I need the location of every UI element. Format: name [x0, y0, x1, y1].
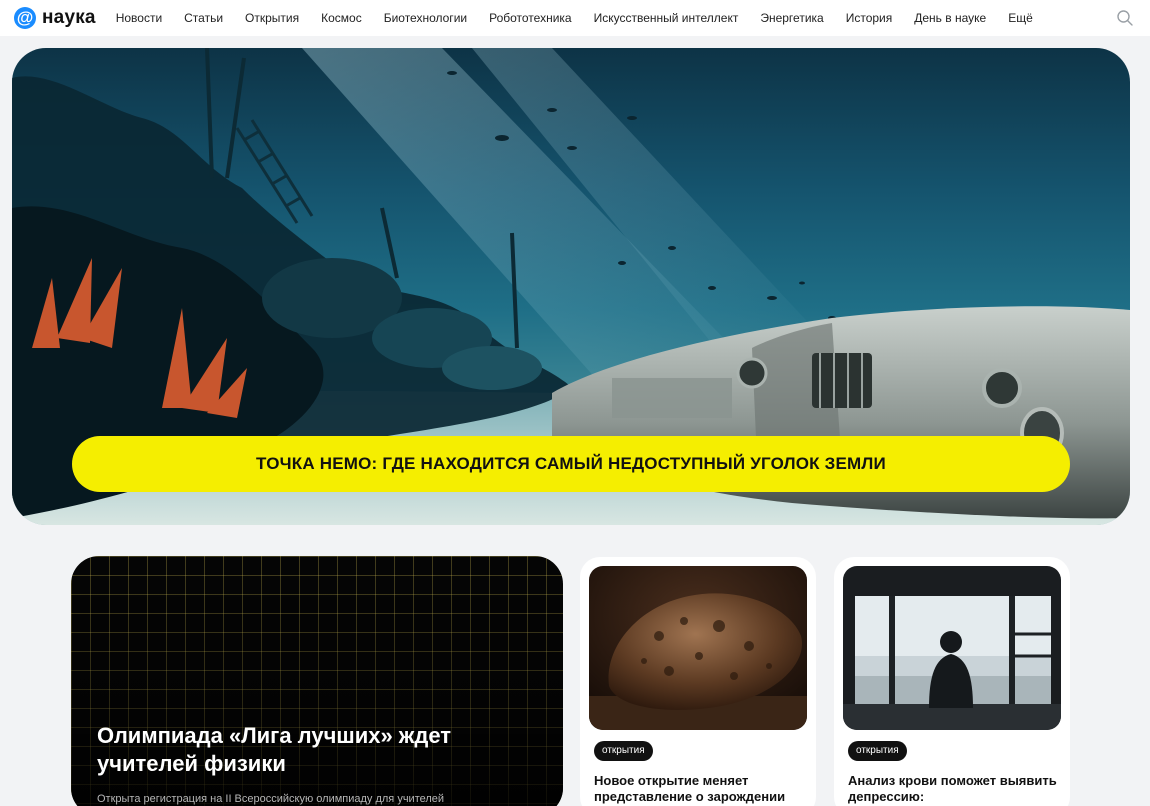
site-logo[interactable]: @ наука [14, 7, 96, 29]
card-title: Анализ крови поможет выявить депрессию: [848, 773, 1057, 804]
card-title: Новое открытие меняет представление о за… [594, 773, 786, 804]
nav-item-discoveries[interactable]: Открытия [245, 11, 299, 25]
nav-item-day-in-science[interactable]: День в науке [914, 11, 986, 25]
nav-item-energy[interactable]: Энергетика [760, 11, 823, 25]
nav-item-biotech[interactable]: Биотехнологии [384, 11, 467, 25]
nav-item-news[interactable]: Новости [116, 11, 162, 25]
card-tag[interactable]: открытия [594, 741, 653, 761]
logo-text: наука [42, 7, 96, 28]
nav-item-ai[interactable]: Искусственный интеллект [594, 11, 739, 25]
at-sign-logo-icon: @ [14, 7, 36, 29]
hero-banner[interactable]: ТОЧКА НЕМО: ГДЕ НАХОДИТСЯ САМЫЙ НЕДОСТУП… [12, 48, 1130, 525]
person-at-window-image [843, 566, 1061, 730]
meteorite-image [589, 566, 807, 730]
nav-item-history[interactable]: История [846, 11, 893, 25]
nav-item-articles[interactable]: Статьи [184, 11, 223, 25]
search-icon[interactable] [1116, 9, 1134, 27]
feature-title: Олимпиада «Лига лучших» ждет учителей фи… [97, 723, 452, 776]
card-tag[interactable]: открытия [848, 741, 907, 761]
nav-item-robotics[interactable]: Робототехника [489, 11, 572, 25]
news-card-depression[interactable]: открытия Анализ крови поможет выявить де… [834, 557, 1070, 806]
site-header: @ наука Новости Статьи Открытия Космос Б… [0, 0, 1150, 36]
nav-item-more[interactable]: Ещё [1008, 11, 1033, 25]
hero-headline[interactable]: ТОЧКА НЕМО: ГДЕ НАХОДИТСЯ САМЫЙ НЕДОСТУП… [72, 436, 1070, 492]
main-nav: Новости Статьи Открытия Космос Биотехнол… [116, 11, 1055, 25]
feature-card-olympiad[interactable]: Олимпиада «Лига лучших» ждет учителей фи… [71, 556, 563, 806]
news-card-meteorite[interactable]: открытия Новое открытие меняет представл… [580, 557, 816, 806]
nav-item-space[interactable]: Космос [321, 11, 362, 25]
feature-description: Открыта регистрация на II Всероссийскую … [97, 793, 445, 805]
